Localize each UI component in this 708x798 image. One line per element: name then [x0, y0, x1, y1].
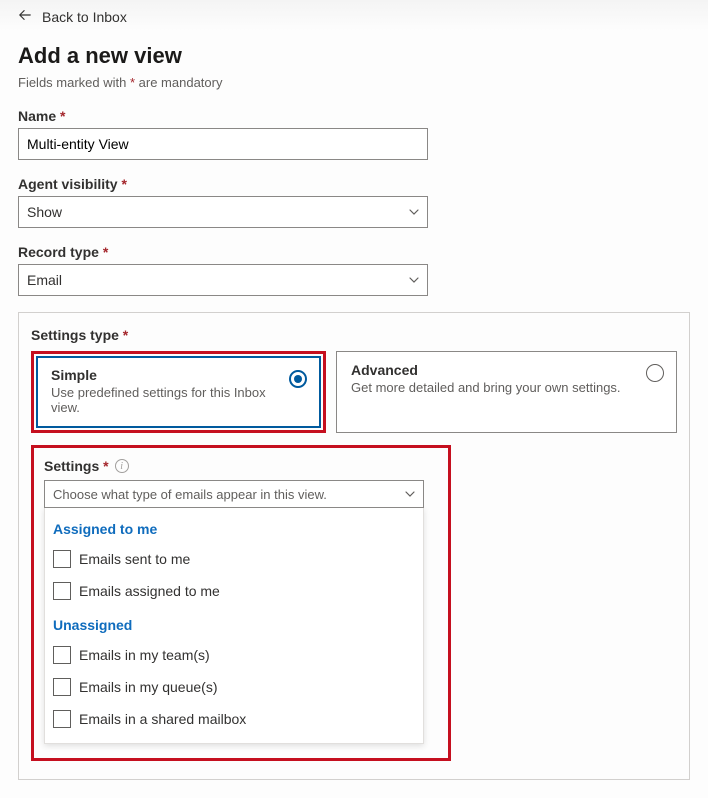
settings-label: Settings *: [44, 458, 109, 474]
checkbox-unchecked-icon: [53, 646, 71, 664]
record-type-select[interactable]: Email: [18, 264, 428, 296]
settings-dropdown-panel: Assigned to me Emails sent to me Emails …: [44, 507, 424, 744]
back-label: Back to Inbox: [42, 9, 127, 25]
settings-type-option-advanced[interactable]: Advanced Get more detailed and bring you…: [336, 351, 677, 433]
checkbox-unchecked-icon: [53, 550, 71, 568]
group-header-assigned-to-me: Assigned to me: [53, 521, 415, 537]
settings-type-panel: Settings type * Simple Use predefined se…: [18, 312, 690, 780]
name-input[interactable]: [18, 128, 428, 160]
settings-type-label: Settings type *: [31, 327, 677, 343]
option-emails-in-shared-mailbox[interactable]: Emails in a shared mailbox: [53, 703, 415, 735]
back-to-inbox-link[interactable]: Back to Inbox: [18, 8, 127, 25]
agent-visibility-select[interactable]: Show: [18, 196, 428, 228]
mandatory-helper-text: Fields marked with * are mandatory: [18, 75, 690, 90]
settings-type-option-simple[interactable]: Simple Use predefined settings for this …: [36, 356, 321, 428]
checkbox-unchecked-icon: [53, 678, 71, 696]
checkbox-unchecked-icon: [53, 582, 71, 600]
option-emails-assigned-to-me[interactable]: Emails assigned to me: [53, 575, 415, 607]
record-type-label: Record type *: [18, 244, 428, 260]
radio-unchecked-icon: [646, 364, 664, 382]
checkbox-unchecked-icon: [53, 710, 71, 728]
name-label: Name *: [18, 108, 428, 124]
option-emails-sent-to-me[interactable]: Emails sent to me: [53, 543, 415, 575]
option-emails-in-my-queues[interactable]: Emails in my queue(s): [53, 671, 415, 703]
arrow-left-icon: [18, 8, 32, 25]
settings-select[interactable]: Choose what type of emails appear in thi…: [44, 480, 424, 508]
page-title: Add a new view: [18, 43, 690, 69]
group-header-unassigned: Unassigned: [53, 617, 415, 633]
agent-visibility-label: Agent visibility *: [18, 176, 428, 192]
info-icon[interactable]: i: [115, 459, 129, 473]
radio-checked-icon: [289, 370, 307, 388]
option-emails-in-my-teams[interactable]: Emails in my team(s): [53, 639, 415, 671]
highlight-simple-option: Simple Use predefined settings for this …: [31, 351, 326, 433]
